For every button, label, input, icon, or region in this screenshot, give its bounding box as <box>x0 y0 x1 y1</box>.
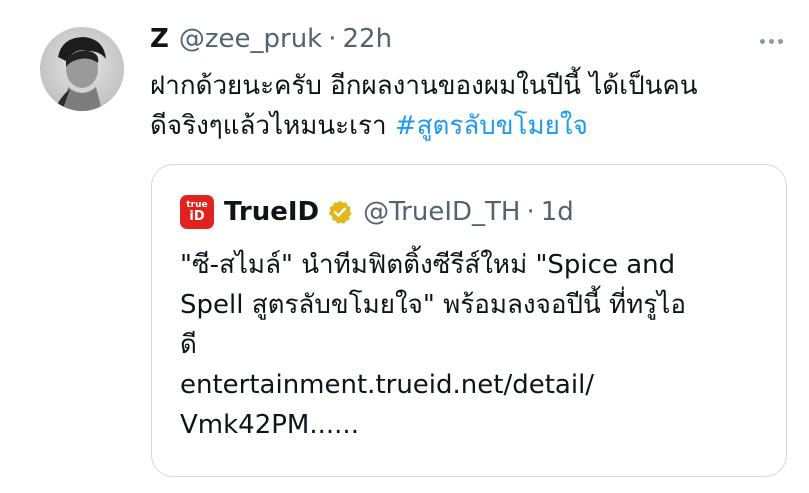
more-dot <box>777 38 783 44</box>
profile-photo <box>40 27 124 111</box>
quoted-tweet-header: true iD TrueID @TrueID_TH · 1d <box>180 195 574 229</box>
verified-badge-icon <box>328 200 352 224</box>
avatar[interactable] <box>40 27 124 111</box>
separator-dot: · <box>328 24 337 54</box>
tweet-text: ฝากด้วยนะครับ อีกผลงานของผมในปีนี้ ได้เป… <box>150 66 800 146</box>
quoted-link-line[interactable]: Vmk42PM...... <box>180 405 770 445</box>
author-name[interactable]: Z <box>150 24 169 54</box>
quoted-tweet-text: "ซี-สไมล์" นำทีมฟิตติ้งซีรีส์ใหม่ "Spice… <box>180 245 770 445</box>
quoted-text-line: Spell สูตรลับขโมยใจ" พร้อมลงจอปีนี้ ที่ท… <box>180 290 686 320</box>
tweet-text-fragment: ดีจริงๆแล้วไหมนะเรา <box>150 111 395 141</box>
hashtag-link[interactable]: #สูตรลับขโมยใจ <box>395 111 588 141</box>
author-handle[interactable]: @zee_pruk <box>179 24 322 54</box>
quoted-text-line: "ซี-สไมล์" นำทีมฟิตติ้งซีรีส์ใหม่ "Spice… <box>180 250 676 280</box>
tweet-text-line: ฝากด้วยนะครับ อีกผลงานของผมในปีนี้ ได้เป… <box>150 71 698 101</box>
separator-dot: · <box>526 197 535 227</box>
quoted-tweet-card[interactable]: true iD TrueID @TrueID_TH · 1d "ซี-สไมล์… <box>151 164 787 477</box>
trueid-logo[interactable]: true iD <box>180 195 214 229</box>
quoted-author-handle[interactable]: @TrueID_TH <box>363 197 520 227</box>
tweet-text-line: ดีจริงๆแล้วไหมนะเรา #สูตรลับขโมยใจ <box>150 106 800 146</box>
quoted-text-line: ดี <box>180 330 197 360</box>
tweet-header: Z @zee_pruk · 22h <box>150 24 392 58</box>
quoted-timestamp[interactable]: 1d <box>541 197 574 227</box>
more-options-icon[interactable] <box>756 33 786 49</box>
logo-text-bottom: iD <box>189 209 205 224</box>
quoted-author-name[interactable]: TrueID <box>224 197 319 227</box>
tweet-timestamp[interactable]: 22h <box>343 24 393 54</box>
quoted-link-line[interactable]: entertainment.trueid.net/detail/ <box>180 365 770 405</box>
more-dot <box>768 38 774 44</box>
more-dot <box>759 38 765 44</box>
